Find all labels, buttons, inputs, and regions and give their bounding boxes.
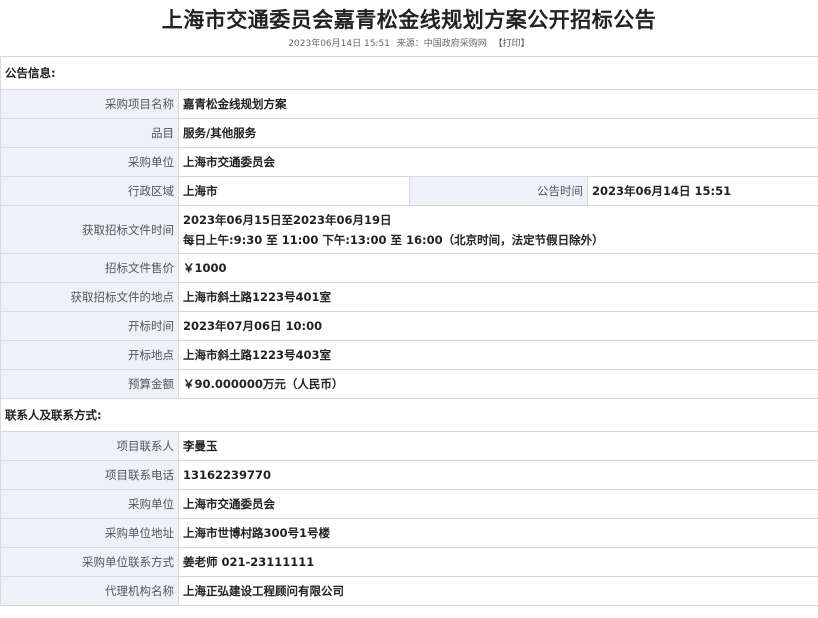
table-row: 开标时间 2023年07月06日 10:00 bbox=[0, 311, 818, 341]
section-row: 公告信息: bbox=[0, 56, 818, 90]
table-row: 招标文件售价 ￥1000 bbox=[0, 253, 818, 283]
doc-place-label: 获取招标文件的地点 bbox=[0, 282, 179, 312]
contact-purchaser-label: 采购单位 bbox=[0, 489, 179, 519]
table-row: 代理机构名称 上海正弘建设工程顾问有限公司 bbox=[0, 576, 818, 606]
phone-label: 项目联系电话 bbox=[0, 460, 179, 490]
budget-value: ￥90.000000万元（人民币） bbox=[177, 369, 818, 399]
meta-line: 2023年06月14日 15:51 来源：中国政府采购网 【打印】 bbox=[0, 36, 818, 52]
section-announcement: 公告信息: bbox=[0, 56, 818, 90]
agency-label: 代理机构名称 bbox=[0, 576, 179, 606]
open-time-value: 2023年07月06日 10:00 bbox=[177, 311, 818, 341]
publish-date: 2023年06月14日 15:51 bbox=[288, 39, 390, 49]
open-time-label: 开标时间 bbox=[0, 311, 179, 341]
doc-price-value: ￥1000 bbox=[177, 253, 818, 283]
doc-time-hours: 每日上午:9:30 至 11:00 下午:13:00 至 16:00（北京时间，… bbox=[183, 232, 604, 247]
doc-time-dates: 2023年06月15日至2023年06月19日 bbox=[183, 212, 392, 227]
doc-place-value: 上海市斜土路1223号401室 bbox=[177, 282, 818, 312]
table-row: 项目联系人 李曼玉 bbox=[0, 431, 818, 461]
category-value: 服务/其他服务 bbox=[177, 118, 818, 148]
table-row: 预算金额 ￥90.000000万元（人民币） bbox=[0, 369, 818, 399]
table-row: 行政区域 上海市 公告时间 2023年06月14日 15:51 bbox=[0, 176, 818, 206]
project-name-value: 嘉青松金线规划方案 bbox=[177, 89, 818, 119]
table-row: 采购单位 上海市交通委员会 bbox=[0, 147, 818, 177]
purchaser-value: 上海市交通委员会 bbox=[177, 147, 818, 177]
contact-purchaser-value: 上海市交通委员会 bbox=[177, 489, 818, 519]
doc-price-label: 招标文件售价 bbox=[0, 253, 179, 283]
phone-value: 13162239770 bbox=[177, 460, 818, 490]
table-row: 获取招标文件的地点 上海市斜土路1223号401室 bbox=[0, 282, 818, 312]
table-row: 采购项目名称 嘉青松金线规划方案 bbox=[0, 89, 818, 119]
table-row: 采购单位地址 上海市世博村路300号1号楼 bbox=[0, 518, 818, 548]
purchaser-contact-value: 姜老师 021-23111111 bbox=[177, 547, 818, 577]
agency-value: 上海正弘建设工程顾问有限公司 bbox=[177, 576, 818, 606]
announce-time-value: 2023年06月14日 15:51 bbox=[586, 176, 818, 206]
section-contacts: 联系人及联系方式: bbox=[0, 398, 818, 432]
open-place-label: 开标地点 bbox=[0, 340, 179, 370]
contact-label: 项目联系人 bbox=[0, 431, 179, 461]
page-title: 上海市交通委员会嘉青松金线规划方案公开招标公告 bbox=[161, 8, 657, 32]
section-row: 联系人及联系方式: bbox=[0, 398, 818, 432]
region-value: 上海市 bbox=[178, 176, 410, 206]
table-row: 采购单位 上海市交通委员会 bbox=[0, 489, 818, 519]
category-label: 品目 bbox=[0, 118, 179, 148]
announcement-table: 公告信息: 采购项目名称 嘉青松金线规划方案 品目 服务/其他服务 采购单位 上… bbox=[0, 56, 818, 606]
table-row: 获取招标文件时间 2023年06月15日至2023年06月19日 每日上午:9:… bbox=[0, 205, 818, 254]
print-link[interactable]: 【打印】 bbox=[494, 39, 530, 49]
table-row: 项目联系电话 13162239770 bbox=[0, 460, 818, 490]
budget-label: 预算金额 bbox=[0, 369, 179, 399]
source-label: 来源：中国政府采购网 bbox=[396, 39, 487, 49]
table-row: 采购单位联系方式 姜老师 021-23111111 bbox=[0, 547, 818, 577]
table-row: 开标地点 上海市斜土路1223号403室 bbox=[0, 340, 818, 370]
project-name-label: 采购项目名称 bbox=[0, 89, 179, 119]
doc-time-value: 2023年06月15日至2023年06月19日 每日上午:9:30 至 11:0… bbox=[177, 205, 818, 254]
contact-value: 李曼玉 bbox=[177, 431, 818, 461]
announce-time-label: 公告时间 bbox=[409, 176, 588, 206]
region-label: 行政区域 bbox=[0, 176, 179, 206]
doc-time-label: 获取招标文件时间 bbox=[0, 205, 179, 254]
open-place-value: 上海市斜土路1223号403室 bbox=[177, 340, 818, 370]
purchaser-label: 采购单位 bbox=[0, 147, 179, 177]
purchaser-contact-label: 采购单位联系方式 bbox=[0, 547, 179, 577]
table-row: 品目 服务/其他服务 bbox=[0, 118, 818, 148]
purchaser-address-value: 上海市世博村路300号1号楼 bbox=[177, 518, 818, 548]
purchaser-address-label: 采购单位地址 bbox=[0, 518, 179, 548]
